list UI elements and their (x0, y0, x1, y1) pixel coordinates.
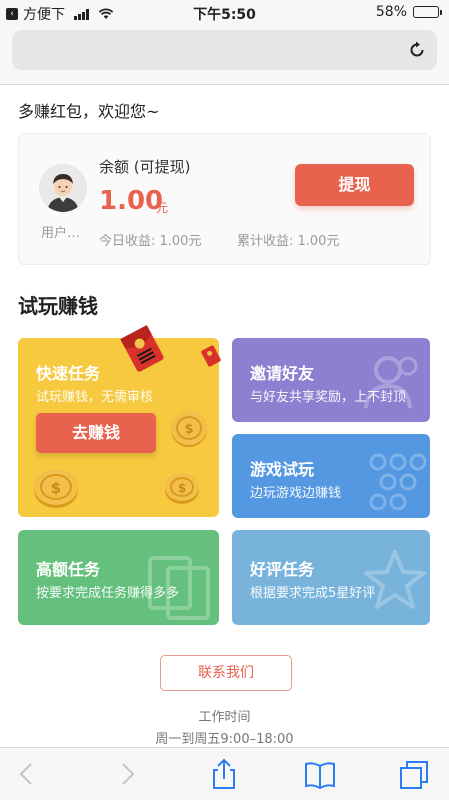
tabs-icon[interactable] (397, 758, 431, 790)
browser-toolbar (0, 747, 449, 800)
battery-icon (413, 6, 442, 18)
browser-address-bar (0, 26, 449, 85)
gold-coin-large-icon: $ (34, 469, 78, 508)
work-hours-label: 工作时间 (198, 710, 251, 725)
gold-coin-icon: $ (171, 411, 207, 447)
username: 用户… (41, 226, 81, 241)
star-icon (364, 550, 426, 609)
section-title: 试玩赚钱 (18, 294, 98, 318)
share-icon[interactable] (207, 758, 241, 790)
tile-quick-desc: 试玩赚钱，无需审核 (36, 390, 154, 405)
tile-game-desc: 边玩游戏边赚钱 (250, 486, 342, 501)
svg-text:$: $ (51, 479, 61, 497)
today-income: 今日收益: 1.00元 (99, 234, 202, 249)
balance-label: 余额 (可提现) (99, 158, 191, 176)
svg-text:$: $ (184, 422, 193, 437)
avatar-icon (39, 164, 87, 212)
tile-invite-friends[interactable]: 邀请好友 与好友共享奖励，上不封顶 (232, 338, 430, 422)
tile-invite-desc: 与好友共享奖励，上不封顶 (250, 390, 407, 405)
bookmarks-icon[interactable] (303, 758, 337, 790)
tile-game-title: 游戏试玩 (250, 460, 315, 479)
back-icon[interactable] (10, 758, 44, 790)
tile-high-title: 高额任务 (36, 560, 101, 579)
forward-icon[interactable] (110, 758, 144, 790)
red-envelope-icon (120, 325, 164, 372)
balance-unit: 元 (156, 201, 169, 215)
game-dots-icon (369, 453, 426, 510)
balance-amount: 1.00 (99, 186, 164, 216)
tile-review-task[interactable]: 好评任务 根据要求完成5星好评 (232, 530, 430, 625)
tile-quick-task[interactable]: 快速任务 试玩赚钱，无需审核 去赚钱 $ $ $ (18, 325, 221, 517)
small-red-envelope-icon (201, 345, 221, 367)
svg-text:$: $ (178, 481, 186, 495)
earn-button[interactable]: 去赚钱 (36, 413, 156, 453)
gold-coin-small-icon: $ (165, 473, 199, 504)
tile-high-value-task[interactable]: 高额任务 按要求完成任务赚得多多 (18, 530, 219, 625)
tile-quick-title: 快速任务 (36, 364, 101, 383)
total-income: 累计收益: 1.00元 (237, 234, 340, 249)
contact-us-button[interactable]: 联系我们 (160, 655, 292, 691)
status-bar: ‹ 方便下 下午5:50 58% (0, 0, 449, 26)
tile-high-desc: 按要求完成任务赚得多多 (36, 586, 180, 601)
battery-percent: 58% (375, 4, 407, 20)
url-field[interactable] (12, 30, 437, 70)
tile-review-desc: 根据要求完成5星好评 (250, 586, 376, 601)
reload-icon[interactable] (407, 40, 427, 60)
welcome-message: 多赚红包，欢迎您~ (18, 102, 160, 121)
withdraw-button[interactable]: 提现 (295, 164, 414, 206)
balance-card: 用户… 余额 (可提现) 1.00 元 今日收益: 1.00元 累计收益: 1.… (18, 133, 431, 265)
avatar[interactable] (39, 164, 87, 212)
tile-invite-title: 邀请好友 (250, 364, 315, 383)
status-right: 58% (375, 4, 442, 20)
tile-game-trial[interactable]: 游戏试玩 边玩游戏边赚钱 (232, 434, 430, 518)
work-hours-value: 周一到周五9:00–18:00 (155, 732, 294, 747)
tile-review-title: 好评任务 (250, 560, 315, 579)
